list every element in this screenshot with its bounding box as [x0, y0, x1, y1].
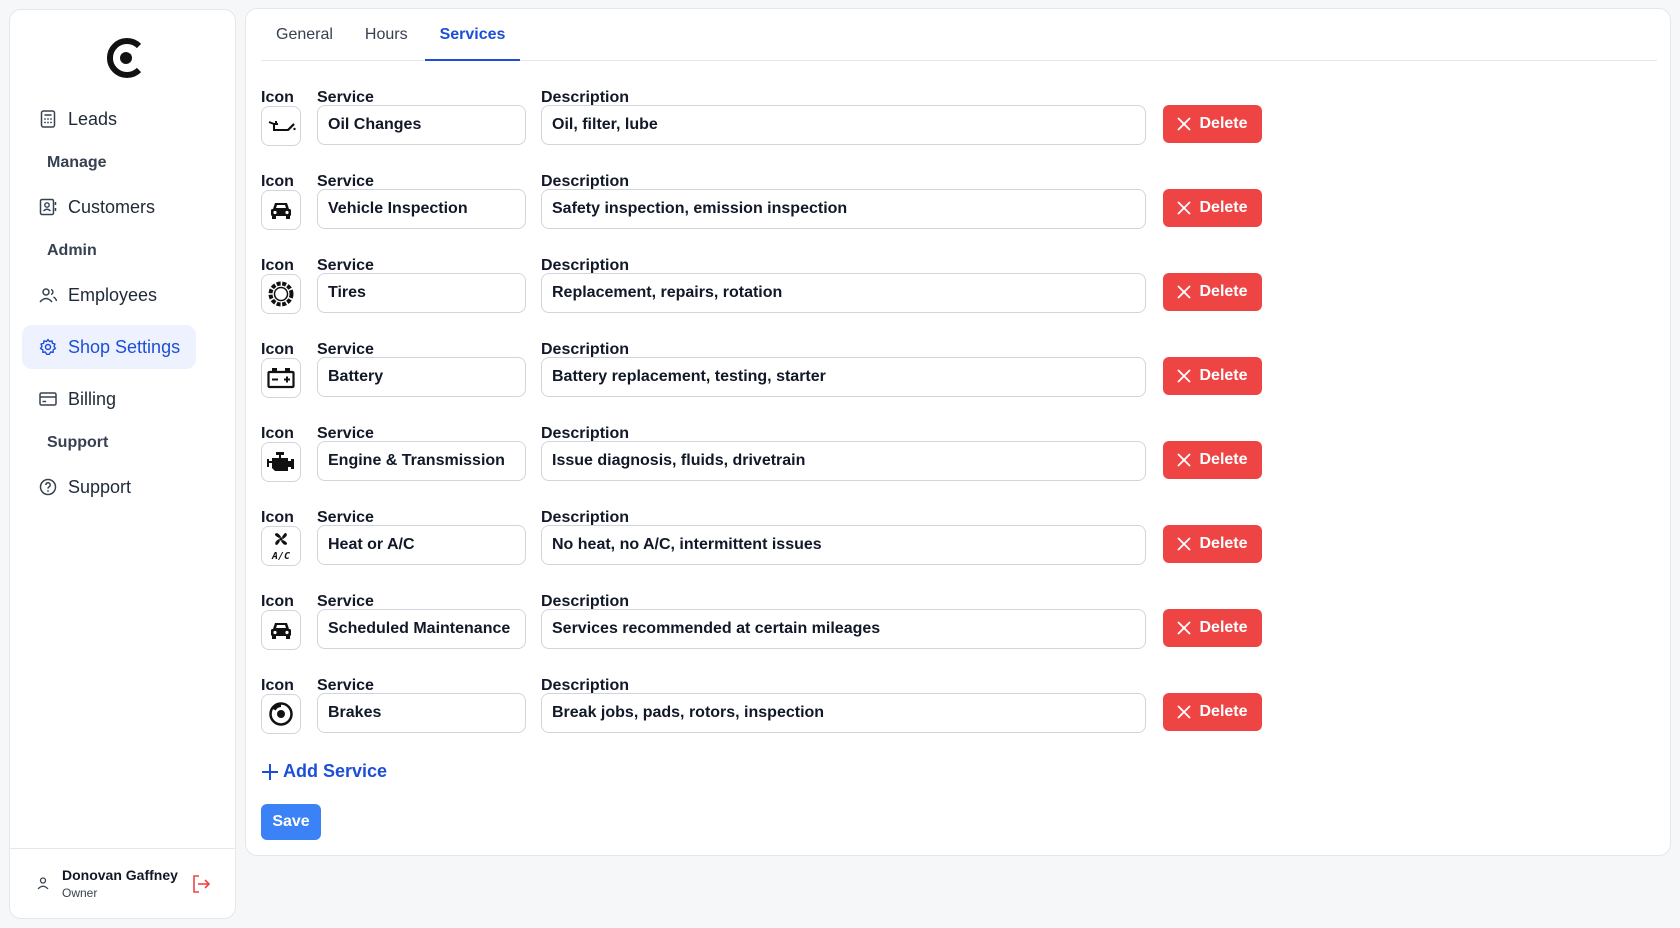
service-name-input[interactable] [317, 441, 526, 481]
sidebar-item-label: Billing [68, 388, 117, 409]
delete-label: Delete [1199, 199, 1248, 216]
sidebar: Leads Manage Customers Admin Employees S… [9, 9, 236, 919]
service-description-input[interactable] [541, 525, 1146, 565]
delete-service-button[interactable]: Delete [1163, 693, 1262, 731]
delete-label: Delete [1199, 115, 1248, 132]
delete-label: Delete [1199, 535, 1248, 552]
tire-icon[interactable] [261, 274, 301, 314]
oil-can-icon[interactable] [261, 106, 301, 146]
user-footer: Donovan Gaffney Owner [10, 848, 235, 918]
brake-disc-icon[interactable] [261, 694, 301, 734]
contact-card-icon [38, 197, 58, 217]
service-description-input[interactable] [541, 273, 1146, 313]
nav-heading-admin: Admin [47, 242, 97, 259]
user-role: Owner [62, 886, 98, 900]
service-name-input[interactable] [317, 357, 526, 397]
settings-tabs: General Hours Services [261, 9, 1657, 61]
icon-label: Icon [261, 593, 294, 610]
sidebar-item-label: Leads [68, 108, 118, 129]
service-name-input[interactable] [317, 609, 526, 649]
gear-icon [38, 337, 58, 357]
help-circle-icon [38, 477, 58, 497]
icon-label: Icon [261, 173, 294, 190]
tab-general[interactable]: General [261, 9, 348, 61]
c-logo-icon[interactable] [103, 36, 147, 80]
delete-service-button[interactable]: Delete [1163, 357, 1262, 395]
service-description-input[interactable] [541, 105, 1146, 145]
delete-label: Delete [1199, 451, 1248, 468]
sidebar-item-label: Support [68, 476, 132, 497]
icon-label: Icon [261, 89, 294, 106]
close-icon [1177, 369, 1192, 383]
settings-panel: General Hours Services Icon Service Name… [245, 8, 1671, 856]
delete-service-button[interactable]: Delete [1163, 105, 1262, 143]
car-icon[interactable] [261, 190, 301, 230]
delete-label: Delete [1199, 703, 1248, 720]
close-icon [1177, 537, 1192, 551]
close-icon [1177, 117, 1192, 131]
service-name-input[interactable] [317, 525, 526, 565]
delete-service-button[interactable]: Delete [1163, 441, 1262, 479]
icon-label: Icon [261, 677, 294, 694]
close-icon [1177, 621, 1192, 635]
svg-text:A/C: A/C [271, 551, 290, 561]
sidebar-item-leads[interactable]: Leads [22, 97, 222, 141]
sidebar-nav: Leads Manage Customers Admin Employees S… [22, 97, 222, 517]
user-info: Donovan Gaffney Owner [62, 867, 178, 900]
user-icon [36, 876, 52, 892]
plus-icon [262, 763, 278, 780]
service-name-input[interactable] [317, 693, 526, 733]
service-name-input[interactable] [317, 105, 526, 145]
delete-service-button[interactable]: Delete [1163, 189, 1262, 227]
close-icon [1177, 453, 1192, 467]
sidebar-item-label: Shop Settings [68, 336, 181, 357]
delete-label: Delete [1199, 283, 1248, 300]
icon-label: Icon [261, 341, 294, 358]
delete-label: Delete [1199, 367, 1248, 384]
delete-service-button[interactable]: Delete [1163, 609, 1262, 647]
engine-icon[interactable] [261, 442, 301, 482]
icon-label: Icon [261, 425, 294, 442]
close-icon [1177, 201, 1192, 215]
service-description-input[interactable] [541, 357, 1146, 397]
add-service-label: Add Service [283, 761, 388, 781]
service-description-input[interactable] [541, 189, 1146, 229]
delete-label: Delete [1199, 619, 1248, 636]
credit-card-icon [38, 389, 58, 409]
sidebar-item-customers[interactable]: Customers [22, 185, 222, 229]
users-icon [38, 285, 58, 305]
sidebar-item-shop-settings[interactable]: Shop Settings [22, 325, 196, 369]
sidebar-item-support[interactable]: Support [22, 465, 222, 509]
icon-label: Icon [261, 509, 294, 526]
ac-fan-icon[interactable]: A/C [261, 526, 301, 566]
nav-heading-support: Support [47, 434, 109, 451]
sidebar-item-employees[interactable]: Employees [22, 273, 222, 317]
nav-heading-manage: Manage [47, 154, 107, 171]
clipboard-icon [38, 109, 58, 129]
service-name-input[interactable] [317, 273, 526, 313]
service-name-input[interactable] [317, 189, 526, 229]
tab-hours[interactable]: Hours [350, 9, 423, 61]
logout-icon[interactable] [190, 873, 212, 895]
sidebar-item-label: Employees [68, 284, 158, 305]
close-icon [1177, 705, 1192, 719]
delete-service-button[interactable]: Delete [1163, 525, 1262, 563]
service-description-input[interactable] [541, 693, 1146, 733]
service-description-input[interactable] [541, 441, 1146, 481]
add-service-button[interactable]: Add Service [261, 761, 387, 782]
delete-service-button[interactable]: Delete [1163, 273, 1262, 311]
car-icon[interactable] [261, 610, 301, 650]
sidebar-item-label: Customers [68, 196, 156, 217]
sidebar-item-billing[interactable]: Billing [22, 377, 222, 421]
tab-services[interactable]: Services [424, 9, 521, 61]
save-button[interactable]: Save [261, 804, 321, 840]
battery-icon[interactable] [261, 358, 301, 398]
close-icon [1177, 285, 1192, 299]
user-name: Donovan Gaffney [62, 867, 178, 883]
service-description-input[interactable] [541, 609, 1146, 649]
icon-label: Icon [261, 257, 294, 274]
